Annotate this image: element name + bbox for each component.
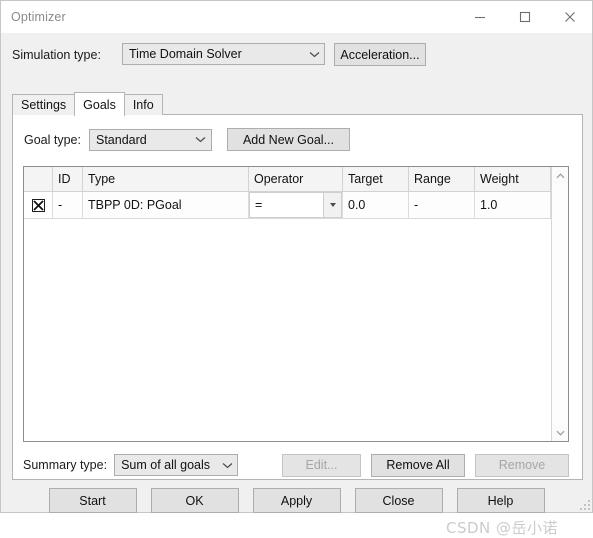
operator-value: = — [255, 198, 263, 212]
summary-type-value: Sum of all goals — [121, 458, 210, 472]
goal-type-label: Goal type: — [24, 132, 81, 147]
optimizer-dialog: Optimizer Simulation type: Time Domain S… — [0, 0, 593, 537]
check-x-icon — [32, 199, 44, 211]
cell-type[interactable]: TBPP 0D: PGoal — [83, 192, 249, 218]
acceleration-button[interactable]: Acceleration... — [334, 43, 426, 66]
remove-button[interactable]: Remove — [475, 453, 569, 477]
maximize-icon — [519, 11, 530, 22]
window-title: Optimizer — [11, 9, 66, 24]
operator-combobox[interactable]: = — [249, 192, 342, 218]
goal-type-value: Standard — [95, 132, 147, 147]
summary-type-label: Summary type: — [23, 458, 108, 472]
chevron-down-icon — [191, 136, 211, 143]
scroll-up-button[interactable] — [552, 167, 568, 184]
remove-all-button[interactable]: Remove All — [371, 453, 465, 477]
scroll-down-button[interactable] — [552, 424, 568, 441]
goal-type-row: Goal type: Standard Add New Goal... — [24, 128, 350, 151]
column-header-operator[interactable]: Operator — [249, 167, 343, 191]
goals-grid-body: - TBPP 0D: PGoal = 0.0 - 1.0 — [24, 192, 551, 441]
close-button[interactable] — [547, 2, 592, 32]
simulation-type-combobox[interactable]: Time Domain Solver — [122, 43, 325, 65]
dialog-footer: Start OK Apply Close Help — [1, 488, 592, 538]
tab-goals[interactable]: Goals — [74, 92, 125, 116]
minimize-button[interactable] — [457, 2, 502, 32]
start-button[interactable]: Start — [48, 488, 137, 513]
resize-grip[interactable] — [577, 497, 590, 510]
chevron-down-icon[interactable] — [323, 193, 341, 217]
ok-button[interactable]: OK — [150, 488, 239, 513]
column-header-range[interactable]: Range — [409, 167, 475, 191]
chevron-down-icon — [556, 430, 564, 436]
edit-button[interactable]: Edit... — [282, 453, 361, 477]
cell-weight[interactable]: 1.0 — [475, 192, 551, 218]
column-header-check[interactable] — [24, 167, 53, 191]
grid-vertical-scrollbar[interactable] — [551, 167, 568, 441]
tab-settings[interactable]: Settings — [12, 94, 76, 115]
dialog-client-area: Simulation type: Time Domain Solver Acce… — [1, 33, 592, 537]
simulation-type-row: Simulation type: Time Domain Solver Acce… — [12, 43, 583, 67]
tab-strip: Settings Goals Info — [12, 92, 583, 116]
goals-grid-main: ID Type Operator Target Range Weight - T… — [24, 167, 568, 441]
column-header-target[interactable]: Target — [343, 167, 409, 191]
simulation-type-label: Simulation type: — [12, 48, 101, 62]
title-bar: Optimizer — [1, 1, 592, 33]
apply-button[interactable]: Apply — [252, 488, 341, 513]
goal-type-combobox[interactable]: Standard — [88, 128, 212, 151]
cell-range[interactable]: - — [409, 192, 475, 218]
tab-info[interactable]: Info — [123, 94, 163, 115]
chevron-up-icon — [556, 172, 564, 178]
close-icon — [564, 11, 575, 22]
table-row[interactable]: - TBPP 0D: PGoal = 0.0 - 1.0 — [24, 192, 551, 219]
goals-grid: ID Type Operator Target Range Weight - T… — [23, 166, 569, 442]
help-button[interactable]: Help — [456, 488, 545, 513]
column-header-weight[interactable]: Weight — [475, 167, 551, 191]
add-new-goal-button[interactable]: Add New Goal... — [226, 128, 350, 151]
minimize-icon — [474, 16, 485, 18]
scrollbar-track[interactable] — [552, 184, 568, 424]
chevron-down-icon — [217, 462, 237, 469]
simulation-type-value: Time Domain Solver — [129, 47, 242, 61]
cell-id[interactable]: - — [53, 192, 83, 218]
goals-grid-columns: ID Type Operator Target Range Weight - T… — [24, 167, 551, 441]
column-header-id[interactable]: ID — [53, 167, 83, 191]
goals-grid-header: ID Type Operator Target Range Weight — [24, 167, 551, 192]
summary-row: Summary type: Sum of all goals Edit... R… — [23, 453, 569, 477]
row-enabled-checkbox[interactable] — [31, 198, 45, 212]
row-enabled-checkbox-cell[interactable] — [24, 192, 53, 218]
close-button-footer[interactable]: Close — [354, 488, 443, 513]
chevron-down-icon — [304, 51, 324, 58]
maximize-button[interactable] — [502, 2, 547, 32]
column-header-type[interactable]: Type — [83, 167, 249, 191]
summary-type-combobox[interactable]: Sum of all goals — [114, 454, 239, 476]
cell-target[interactable]: 0.0 — [343, 192, 409, 218]
goals-tab-page: Goal type: Standard Add New Goal... ID T… — [12, 114, 583, 480]
cell-operator[interactable]: = — [249, 192, 343, 218]
